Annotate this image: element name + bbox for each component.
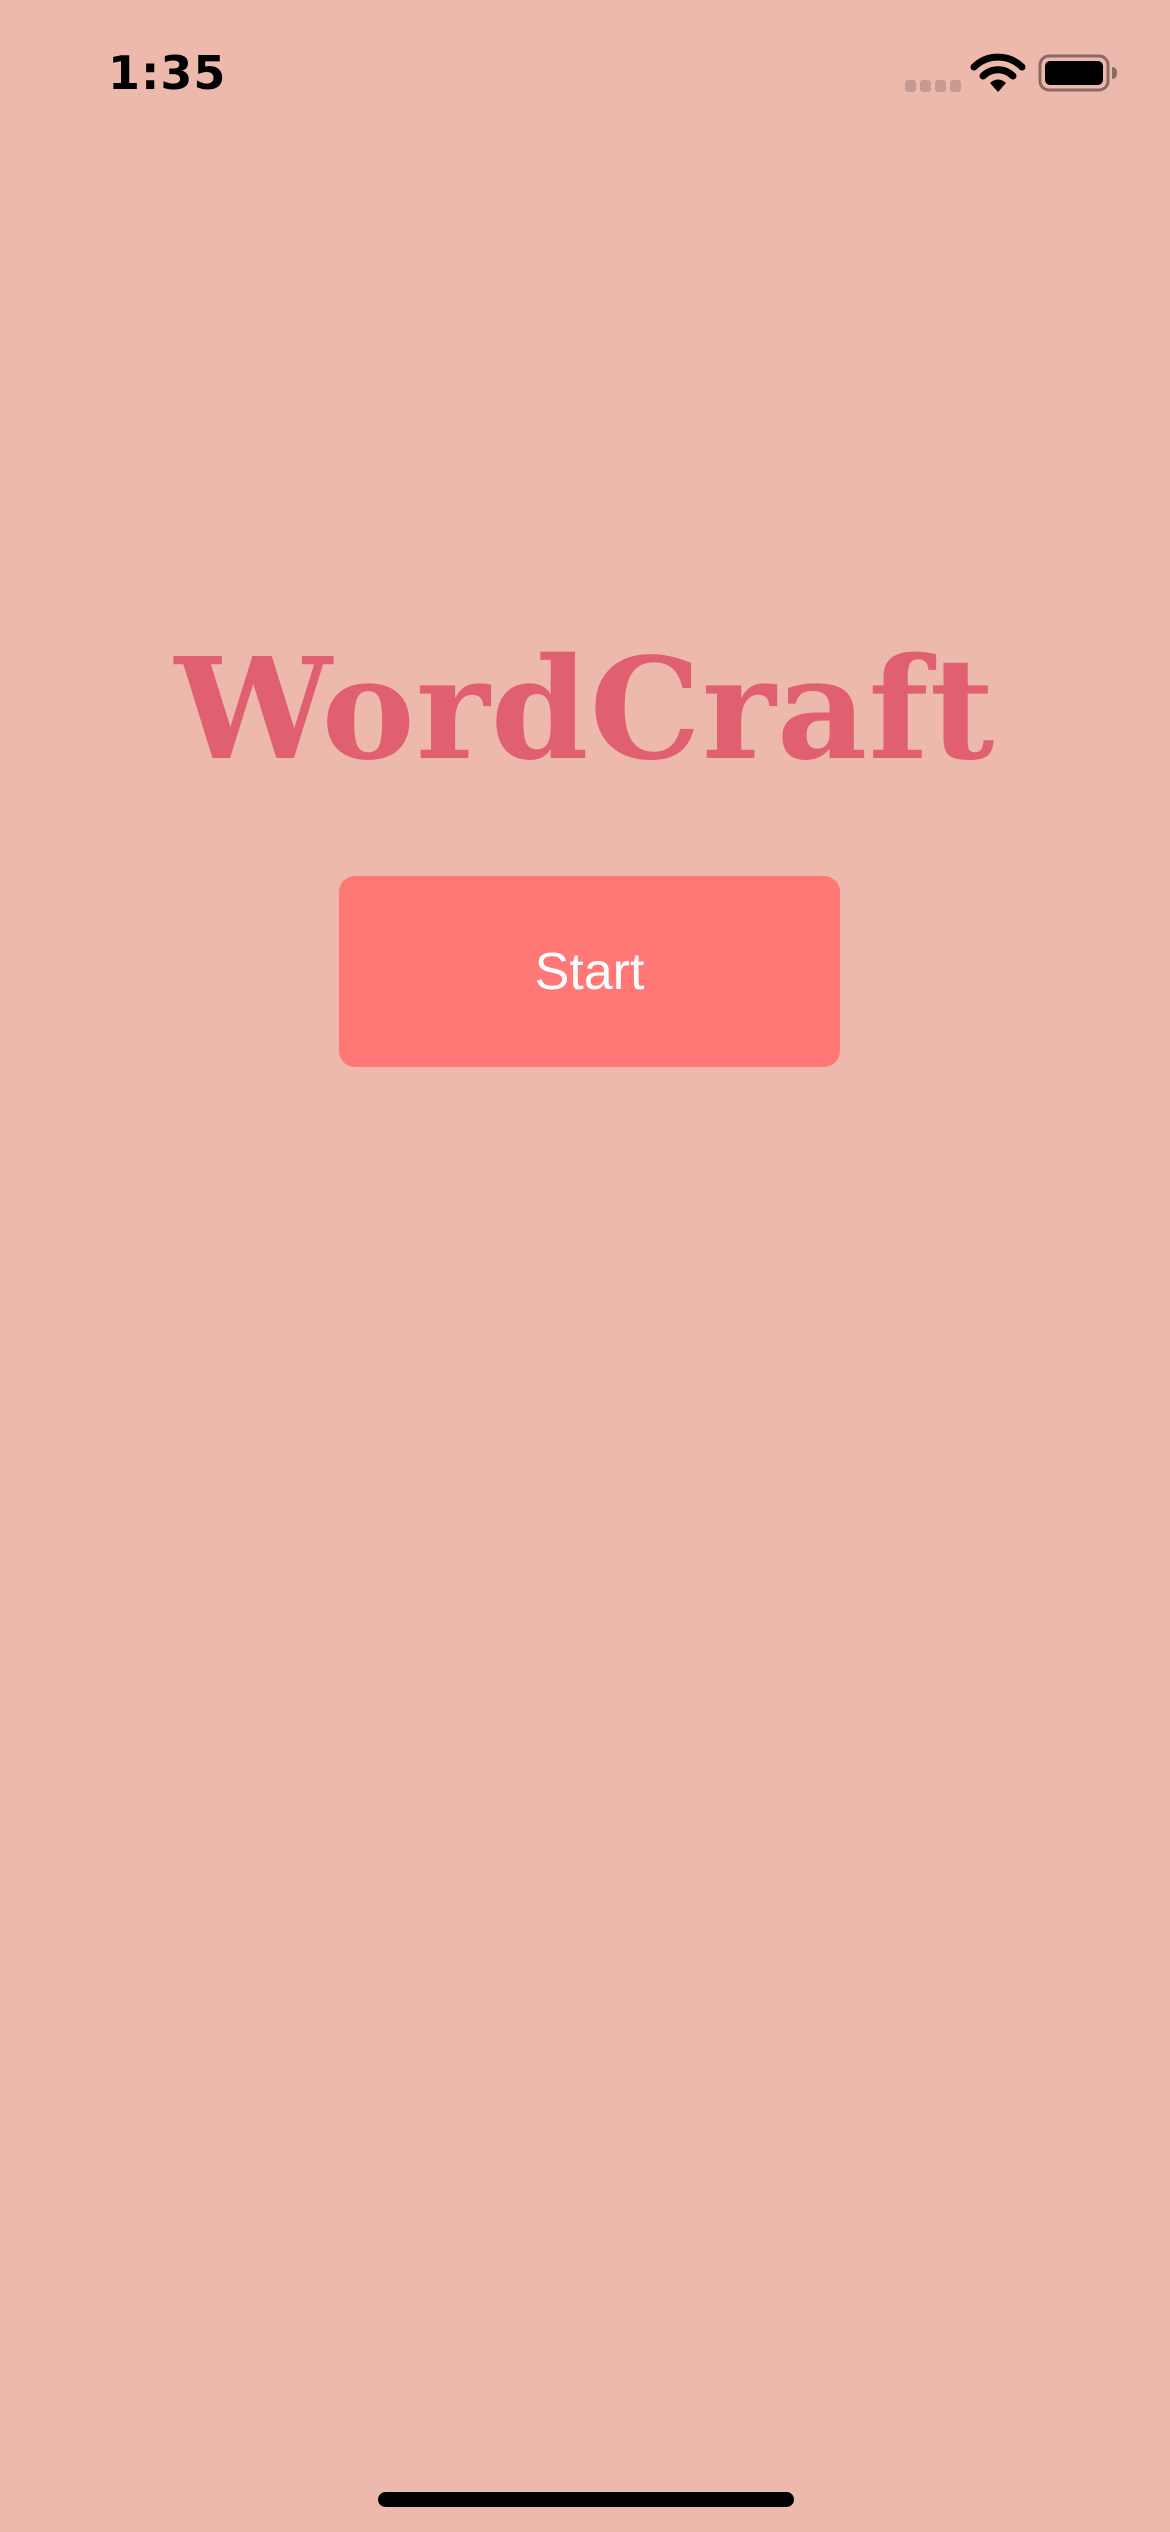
- battery-icon: [1038, 54, 1117, 92]
- wifi-icon: [970, 53, 1026, 92]
- home-indicator[interactable]: [378, 2492, 794, 2507]
- status-time: 1:35: [108, 46, 227, 100]
- cellular-signal-icon: [905, 80, 961, 92]
- status-bar: 1:35: [0, 0, 1170, 150]
- app-title: WordCraft: [174, 628, 996, 792]
- start-button[interactable]: Start: [339, 876, 840, 1067]
